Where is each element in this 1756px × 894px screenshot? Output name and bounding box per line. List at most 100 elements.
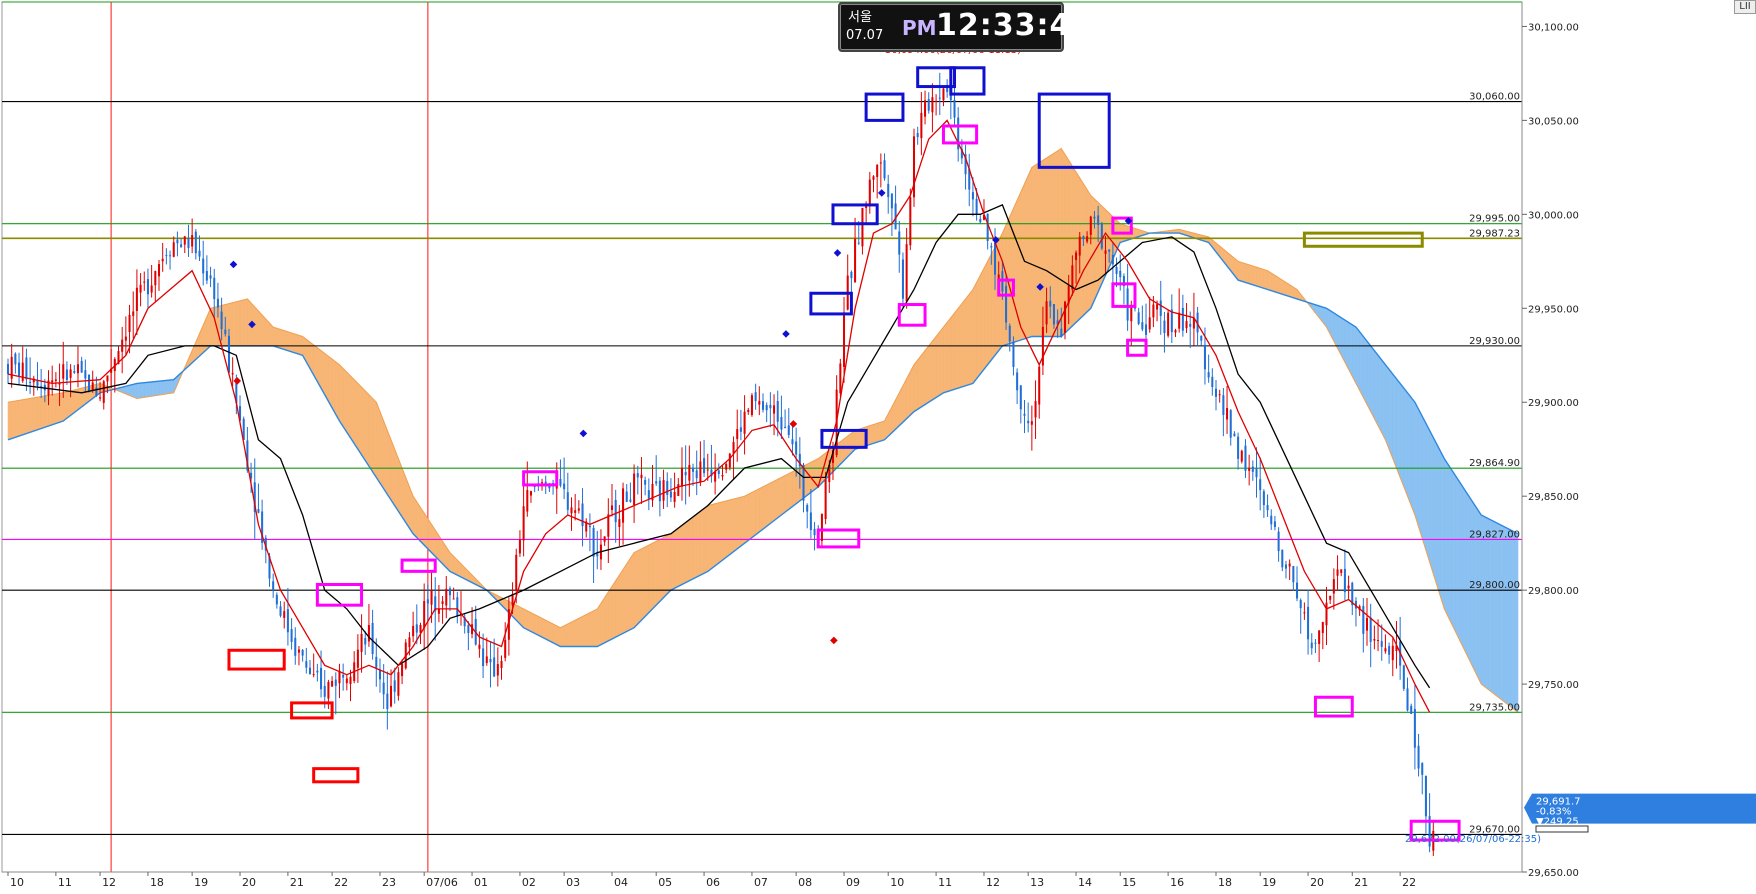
candle-body bbox=[129, 315, 131, 332]
candle-body bbox=[1226, 408, 1228, 419]
cloud-segment bbox=[1485, 517, 1489, 690]
cloud-segment bbox=[1024, 176, 1028, 339]
candle-body bbox=[401, 664, 403, 676]
candle-body bbox=[1009, 326, 1011, 342]
candle-body bbox=[1311, 643, 1313, 649]
cloud-segment bbox=[1408, 393, 1412, 506]
candle-body bbox=[626, 492, 628, 502]
candle-body bbox=[294, 638, 296, 656]
y-tick-label: 29,750.00 bbox=[1528, 680, 1579, 691]
candle-body bbox=[99, 397, 101, 398]
candle-body bbox=[523, 506, 525, 540]
candle-body bbox=[839, 364, 841, 394]
y-tick-label: 29,950.00 bbox=[1528, 304, 1579, 315]
candle-body bbox=[1267, 505, 1269, 510]
cloud-segment bbox=[741, 496, 745, 546]
candle-body bbox=[1178, 313, 1180, 329]
cloud-segment bbox=[664, 536, 668, 598]
candle-body bbox=[497, 664, 499, 675]
cloud-segment bbox=[616, 575, 620, 637]
cloud-segment bbox=[560, 626, 564, 647]
cloud-segment bbox=[413, 496, 417, 537]
cloud-segment bbox=[792, 470, 796, 507]
candle-body bbox=[939, 98, 941, 99]
low-annotation: 29,672.00(26/07/06-22:35) bbox=[1405, 834, 1541, 845]
cloud-segment bbox=[649, 543, 653, 613]
cloud-segment bbox=[351, 376, 355, 444]
signal-marker-down: ◆ bbox=[789, 419, 797, 430]
cloud-segment bbox=[542, 618, 546, 639]
cloud-segment bbox=[170, 380, 174, 394]
candle-body bbox=[486, 656, 488, 663]
candle-body bbox=[217, 299, 219, 308]
candle-body bbox=[1366, 618, 1368, 631]
cloud-segment bbox=[67, 391, 71, 418]
cloud-segment bbox=[362, 387, 366, 460]
cloud-segment bbox=[233, 302, 237, 346]
ichimoku-chart[interactable]: ◆◆◆◆◆◆◆◆◆◆◆◆◆30,094.00(26/07/06-11:13)29… bbox=[0, 0, 1756, 890]
cloud-segment bbox=[675, 528, 679, 588]
candle-body bbox=[1403, 665, 1405, 688]
corner-button[interactable]: LII bbox=[1734, 0, 1756, 14]
chart-canvas[interactable]: ◆◆◆◆◆◆◆◆◆◆◆◆◆30,094.00(26/07/06-11:13)29… bbox=[0, 0, 1756, 890]
x-tick-label: 05 bbox=[658, 876, 672, 889]
cloud-segment bbox=[273, 327, 277, 347]
candle-body bbox=[309, 668, 311, 675]
cloud-segment bbox=[1021, 184, 1025, 340]
candle-body bbox=[84, 370, 86, 378]
x-tick-label: 07/06 bbox=[426, 876, 458, 889]
signal-marker-down: ◆ bbox=[233, 375, 241, 386]
candle-body bbox=[73, 371, 75, 373]
cloud-segment bbox=[678, 525, 682, 586]
candle-body bbox=[736, 429, 738, 439]
cloud-segment bbox=[1433, 437, 1437, 585]
candle-body bbox=[773, 405, 775, 413]
cloud-segment bbox=[575, 618, 579, 646]
price-level-label: 29,930.00 bbox=[1469, 336, 1520, 347]
cloud-segment bbox=[45, 395, 49, 427]
signal-marker-up: ◆ bbox=[834, 248, 842, 259]
candle-body bbox=[198, 251, 200, 257]
candle-body bbox=[902, 259, 904, 298]
cloud-segment bbox=[137, 383, 141, 398]
candle-body bbox=[449, 588, 451, 595]
x-tick-label: 10 bbox=[890, 876, 904, 889]
candle-body bbox=[1314, 643, 1316, 644]
cloud-segment bbox=[630, 553, 634, 630]
candle-body bbox=[1090, 217, 1092, 235]
candle-body bbox=[143, 282, 145, 283]
cloud-segment bbox=[1069, 160, 1073, 329]
cloud-segment bbox=[586, 613, 590, 647]
candle-body bbox=[1425, 776, 1427, 816]
cloud-segment bbox=[1032, 165, 1036, 336]
candle-body bbox=[972, 192, 974, 199]
cloud-segment bbox=[579, 616, 583, 646]
candle-body bbox=[1101, 224, 1103, 249]
candle-body bbox=[530, 491, 532, 495]
candle-body bbox=[692, 468, 694, 472]
candle-body bbox=[383, 683, 385, 695]
cloud-segment bbox=[277, 328, 281, 348]
candle-body bbox=[869, 180, 871, 205]
cloud-segment bbox=[325, 353, 329, 401]
cloud-segment bbox=[1268, 271, 1272, 291]
candle-body bbox=[725, 464, 727, 470]
cloud-segment bbox=[1257, 267, 1261, 287]
candle-body bbox=[1421, 763, 1423, 775]
candle-body bbox=[519, 539, 521, 553]
cloud-segment bbox=[358, 383, 362, 454]
candle-body bbox=[821, 514, 823, 541]
signal-marker-up: ◆ bbox=[782, 328, 790, 339]
candle-body bbox=[173, 242, 175, 257]
candle-body bbox=[740, 427, 742, 431]
price-level-label: 29,735.00 bbox=[1469, 702, 1520, 713]
candle-body bbox=[953, 100, 955, 118]
cloud-segment bbox=[295, 334, 299, 354]
candle-body bbox=[158, 264, 160, 276]
candle-body bbox=[70, 369, 72, 377]
signal-marker-up: ◆ bbox=[992, 235, 1000, 246]
candle-body bbox=[375, 657, 377, 668]
candle-body bbox=[666, 481, 668, 495]
x-tick-label: 01 bbox=[474, 876, 488, 889]
cloud-segment bbox=[63, 392, 67, 421]
